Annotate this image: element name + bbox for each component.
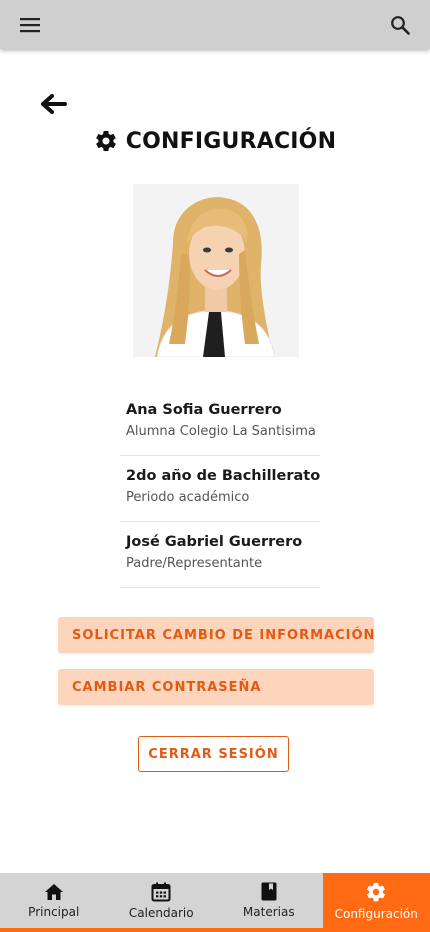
change-password-button[interactable]: CAMBIAR CONTRASEÑA (58, 669, 374, 705)
list-item: 2do año de Bachillerato Periodo académic… (120, 456, 320, 522)
nav-item-materias[interactable]: Materias (215, 873, 323, 928)
menu-icon[interactable] (18, 13, 42, 37)
bottom-navigation: Principal Calendario Materias Configurac… (0, 873, 430, 932)
calendar-icon (151, 882, 171, 901)
nav-label: Materias (242, 905, 295, 919)
gear-icon (367, 882, 386, 901)
top-app-bar (0, 0, 430, 49)
student-school: Alumna Colegio La Santisima (126, 424, 316, 439)
list-item: José Gabriel Guerrero Padre/Representant… (120, 522, 320, 588)
nav-item-principal[interactable]: Principal (0, 873, 108, 928)
logout-button[interactable]: CERRAR SESIÓN (138, 736, 289, 772)
nav-item-configuracion[interactable]: Configuración (322, 873, 430, 928)
request-info-change-button[interactable]: SOLICITAR CAMBIO DE INFORMACIÓN (58, 617, 374, 653)
search-icon[interactable] (388, 13, 412, 37)
page-title: CONFIGURACIÓN (0, 124, 430, 158)
nav-label: Configuración (334, 906, 418, 921)
page-title-text: CONFIGURACIÓN (125, 128, 337, 154)
nav-item-calendario[interactable]: Calendario (108, 873, 216, 928)
book-icon (261, 882, 277, 901)
profile-photo (133, 184, 299, 357)
parent-role: Padre/Representante (126, 556, 263, 571)
academic-period-label: Periodo académico (126, 490, 250, 505)
back-button[interactable] (37, 91, 69, 117)
parent-name: José Gabriel Guerrero (126, 534, 303, 550)
student-name: Ana Sofia Guerrero (126, 402, 282, 418)
nav-label: Principal (28, 904, 80, 919)
gear-icon (96, 131, 116, 152)
list-item: Ana Sofia Guerrero Alumna Colegio La San… (120, 390, 320, 456)
profile-info-list: Ana Sofia Guerrero Alumna Colegio La San… (120, 390, 320, 588)
arrow-left-icon (41, 94, 67, 114)
home-icon (44, 883, 63, 900)
academic-year: 2do año de Bachillerato (126, 468, 321, 484)
nav-label: Calendario (128, 905, 194, 920)
